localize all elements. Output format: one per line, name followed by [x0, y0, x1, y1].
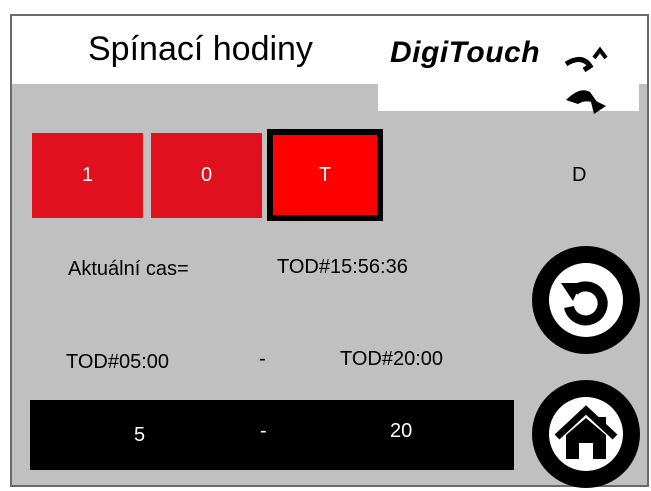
schedule-end: TOD#20:00	[340, 348, 444, 370]
current-time-value: TOD#15:56:36	[277, 256, 408, 278]
button-1[interactable]: 1	[32, 133, 143, 218]
range-input-bar: 5 - 20	[30, 400, 514, 470]
home-button[interactable]	[532, 380, 640, 488]
top-band	[0, 0, 651, 14]
header-bar: Spínací hodiny	[12, 16, 647, 84]
schedule-separator: -	[259, 348, 266, 370]
mode-indicator: D	[572, 164, 587, 186]
button-t[interactable]: T	[267, 129, 383, 221]
schedule-start: TOD#05:00	[66, 351, 170, 373]
range-end-input[interactable]: 20	[390, 420, 412, 443]
button-0[interactable]: 0	[151, 133, 262, 218]
logo: DigiTouch	[390, 36, 541, 69]
range-start-input[interactable]: 5	[134, 424, 145, 447]
range-separator: -	[260, 420, 267, 442]
home-icon	[549, 397, 623, 471]
back-button[interactable]	[532, 246, 640, 354]
logo-mark-icon	[564, 46, 608, 114]
back-arrow-icon	[549, 263, 623, 337]
page-title: Spínací hodiny	[88, 30, 313, 68]
hmi-screen: Spínací hodiny DigiTouch 1 0 T D Aktuáln…	[10, 14, 649, 488]
current-time-label: Aktuální cas=	[68, 258, 189, 280]
